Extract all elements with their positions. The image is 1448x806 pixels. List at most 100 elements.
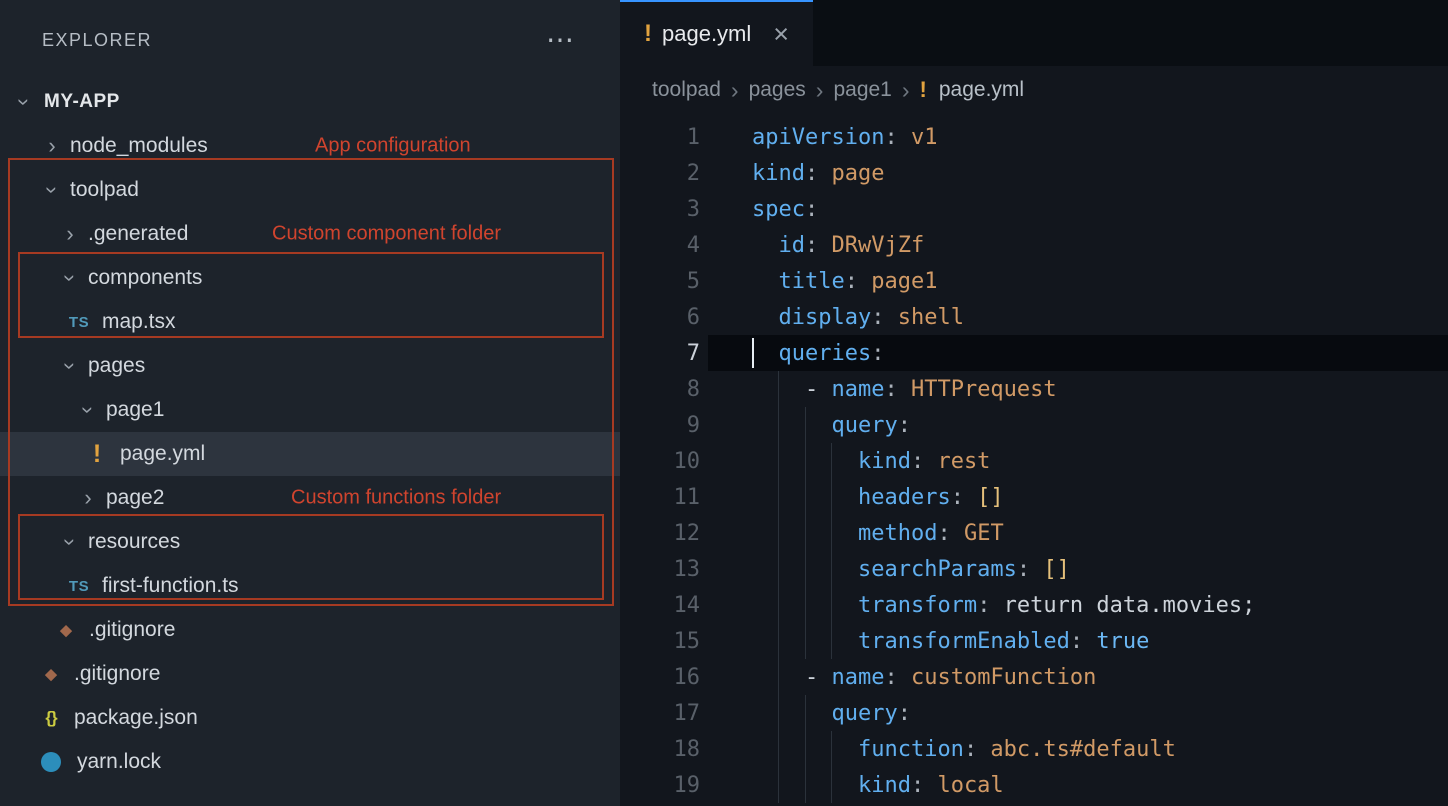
code-token: return data.movies; bbox=[990, 593, 1255, 618]
breadcrumb-item-toolpad[interactable]: toolpad bbox=[652, 78, 721, 102]
code-token: HTTPrequest bbox=[898, 377, 1057, 402]
code-token: rest bbox=[924, 449, 990, 474]
warning-icon: ! bbox=[644, 20, 652, 48]
line-number: 3 bbox=[620, 191, 708, 227]
code-line: 16 - name: customFunction bbox=[620, 659, 1448, 695]
vscode-window: EXPLORER ⋯ › MY-APP ›node_modulesApp con… bbox=[0, 0, 1448, 806]
more-actions-button[interactable]: ⋯ bbox=[546, 26, 574, 54]
tree-item-label: page2 bbox=[106, 486, 164, 510]
tree-item-resources[interactable]: ›resources bbox=[0, 520, 620, 564]
code-line: 12 method: GET bbox=[620, 515, 1448, 551]
code-token: query bbox=[831, 413, 897, 438]
code-token: : bbox=[911, 449, 924, 474]
code-line-text[interactable]: query: bbox=[708, 407, 1448, 443]
code-line-text[interactable]: title: page1 bbox=[708, 263, 1448, 299]
code-token: : bbox=[884, 665, 897, 690]
code-token: headers bbox=[858, 485, 951, 510]
code-line-text[interactable]: searchParams: [] bbox=[708, 551, 1448, 587]
code-line-text[interactable]: queries: bbox=[708, 335, 1448, 371]
indent-guide bbox=[805, 731, 806, 767]
tree-item-map.tsx[interactable]: TSmap.tsx bbox=[0, 300, 620, 344]
warning-icon: ! bbox=[920, 77, 927, 103]
tree-item-.generated[interactable]: ›.generatedCustom component folder bbox=[0, 212, 620, 256]
tab-bar: ! page.yml × bbox=[620, 0, 1448, 66]
code-line: 3spec: bbox=[620, 191, 1448, 227]
code-line-text[interactable]: headers: [] bbox=[708, 479, 1448, 515]
code-line-text[interactable]: transform: return data.movies; bbox=[708, 587, 1448, 623]
code-token: : bbox=[1070, 629, 1083, 654]
line-number: 16 bbox=[620, 659, 708, 695]
tree-item-yarn.lock[interactable]: yarn.lock bbox=[0, 740, 620, 784]
tree-item-label: map.tsx bbox=[102, 310, 176, 334]
line-number: 12 bbox=[620, 515, 708, 551]
code-line: 6 display: shell bbox=[620, 299, 1448, 335]
tree-item-package.json[interactable]: {}package.json bbox=[0, 696, 620, 740]
code-editor[interactable]: 1apiVersion: v12kind: page3spec:4 id: DR… bbox=[620, 114, 1448, 806]
file-tree: ›node_modulesApp configuration›toolpad›.… bbox=[0, 124, 620, 784]
code-line-text[interactable]: method: GET bbox=[708, 515, 1448, 551]
code-token: page1 bbox=[858, 269, 937, 294]
code-line-text[interactable]: - name: customFunction bbox=[708, 659, 1448, 695]
indent-guide bbox=[778, 479, 779, 515]
tree-item-components[interactable]: ›components bbox=[0, 256, 620, 300]
project-section-header[interactable]: › MY-APP bbox=[0, 80, 620, 124]
code-line: 1apiVersion: v1 bbox=[620, 119, 1448, 155]
breadcrumb-item-page-yml[interactable]: page.yml bbox=[939, 78, 1024, 102]
line-number: 19 bbox=[620, 767, 708, 803]
tree-item-.gitignore[interactable]: ◆.gitignore bbox=[0, 652, 620, 696]
tree-item-nodemodules[interactable]: ›node_modulesApp configuration bbox=[0, 124, 620, 168]
code-line: 17 query: bbox=[620, 695, 1448, 731]
tree-item-page1[interactable]: ›page1 bbox=[0, 388, 620, 432]
line-number: 14 bbox=[620, 587, 708, 623]
code-line-text[interactable]: kind: local bbox=[708, 767, 1448, 803]
tree-item-page.yml[interactable]: !page.yml bbox=[0, 432, 620, 476]
breadcrumb-item-pages[interactable]: pages bbox=[749, 78, 806, 102]
tree-item-label: yarn.lock bbox=[77, 750, 161, 774]
code-line-text[interactable]: - name: HTTPrequest bbox=[708, 371, 1448, 407]
code-token: : bbox=[898, 701, 911, 726]
code-line-text[interactable]: display: shell bbox=[708, 299, 1448, 335]
breadcrumb-item-page1[interactable]: page1 bbox=[833, 78, 891, 102]
tree-item-label: resources bbox=[88, 530, 180, 554]
code-line-text[interactable]: query: bbox=[708, 695, 1448, 731]
code-line-text[interactable]: kind: rest bbox=[708, 443, 1448, 479]
line-number: 2 bbox=[620, 155, 708, 191]
code-line: 2kind: page bbox=[620, 155, 1448, 191]
indent-guide bbox=[778, 515, 779, 551]
code-token: : bbox=[805, 197, 818, 222]
code-token: apiVersion bbox=[752, 125, 884, 150]
tree-item-page2[interactable]: ›page2Custom functions folder bbox=[0, 476, 620, 520]
project-name: MY-APP bbox=[44, 91, 120, 113]
code-token: : bbox=[805, 233, 818, 258]
indent-guide bbox=[831, 587, 832, 623]
tab-page-yml[interactable]: ! page.yml × bbox=[620, 0, 813, 66]
tree-item-.gitignore[interactable]: ◆.gitignore bbox=[0, 608, 620, 652]
code-token: : bbox=[805, 161, 818, 186]
code-line-text[interactable]: spec: bbox=[708, 191, 1448, 227]
tree-item-first-function.ts[interactable]: TSfirst-function.ts bbox=[0, 564, 620, 608]
code-line-text[interactable]: id: DRwVjZf bbox=[708, 227, 1448, 263]
code-token: id bbox=[779, 233, 806, 258]
code-line: 14 transform: return data.movies; bbox=[620, 587, 1448, 623]
code-token: queries bbox=[779, 341, 872, 366]
indent-guide bbox=[805, 515, 806, 551]
indent-guide bbox=[778, 587, 779, 623]
indent-guide bbox=[831, 479, 832, 515]
code-line-text[interactable]: kind: page bbox=[708, 155, 1448, 191]
chevron-down-icon: › bbox=[13, 88, 35, 116]
close-icon[interactable]: × bbox=[773, 21, 789, 48]
code-line-text[interactable]: apiVersion: v1 bbox=[708, 119, 1448, 155]
line-number: 1 bbox=[620, 119, 708, 155]
explorer-title: EXPLORER bbox=[42, 30, 152, 51]
code-line: 15 transformEnabled: true bbox=[620, 623, 1448, 659]
code-token: : bbox=[911, 773, 924, 798]
indent-guide bbox=[831, 443, 832, 479]
tree-item-toolpad[interactable]: ›toolpad bbox=[0, 168, 620, 212]
line-number: 17 bbox=[620, 695, 708, 731]
code-token: display bbox=[779, 305, 872, 330]
code-line-text[interactable]: function: abc.ts#default bbox=[708, 731, 1448, 767]
code-line-text[interactable]: transformEnabled: true bbox=[708, 623, 1448, 659]
git-icon: ◆ bbox=[53, 621, 79, 639]
tree-item-pages[interactable]: ›pages bbox=[0, 344, 620, 388]
code-token: name bbox=[831, 377, 884, 402]
